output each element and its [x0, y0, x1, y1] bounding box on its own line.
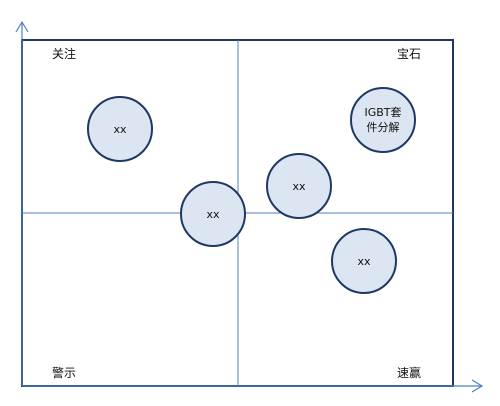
- quadrant-label-top-left: 关注: [52, 47, 77, 61]
- bubble-node: xx: [331, 228, 397, 294]
- quadrant-label-bottom-left: 警示: [52, 366, 77, 380]
- bubble-node: xx: [87, 96, 153, 162]
- bubble-label: IGBT套件分解: [364, 106, 402, 134]
- bubble-node: xx: [180, 181, 246, 247]
- bubble-label: xx: [357, 254, 371, 268]
- bubble-node: xx: [266, 153, 332, 219]
- bubble-node-igbt: IGBT套件分解: [350, 87, 416, 153]
- bubble-label: xx: [292, 179, 306, 193]
- bubble-label: xx: [113, 122, 127, 136]
- bubble-label: xx: [206, 207, 220, 221]
- quadrant-label-top-right: 宝石: [397, 47, 422, 61]
- quadrant-label-bottom-right: 速赢: [397, 366, 422, 380]
